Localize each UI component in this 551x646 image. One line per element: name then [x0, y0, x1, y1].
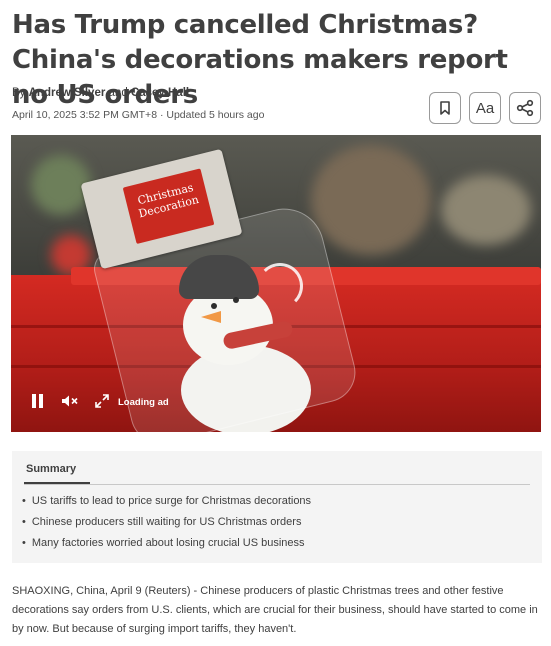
summary-list: US tariffs to lead to price surge for Ch… [22, 491, 311, 554]
byline-prefix: By [12, 87, 26, 99]
share-icon [516, 99, 534, 117]
summary-title: Summary [26, 463, 77, 475]
pause-icon [32, 394, 36, 408]
pause-button[interactable] [31, 394, 45, 408]
share-button[interactable] [509, 92, 541, 124]
bookmark-button[interactable] [429, 92, 461, 124]
pause-icon [39, 394, 43, 408]
summary-item: Many factories worried about losing cruc… [22, 533, 311, 554]
summary-box: Summary US tariffs to lead to price surg… [12, 451, 542, 563]
decoration-tag-label: Christmas Decoration [122, 168, 215, 245]
mute-icon [62, 395, 78, 407]
byline-joiner: and [108, 87, 128, 99]
dateline: April 10, 2025 3:52 PM GMT+8 · Updated 5… [12, 109, 265, 121]
mute-button[interactable] [61, 394, 79, 413]
fullscreen-button[interactable] [95, 394, 109, 413]
background-blur [311, 145, 431, 255]
fullscreen-icon [95, 394, 109, 408]
summary-item: Chinese producers still waiting for US C… [22, 512, 311, 533]
loading-spinner [257, 263, 303, 309]
bookmark-icon [440, 101, 450, 115]
byline: By Andrew Silver and Casey Hall [12, 87, 189, 99]
summary-divider [24, 484, 530, 485]
background-blur [441, 175, 531, 245]
loading-ad-label: Loading ad [118, 397, 169, 408]
author-link[interactable]: Andrew Silver [29, 87, 106, 99]
author-link[interactable]: Casey Hall [131, 87, 189, 99]
article-lead-paragraph: SHAOXING, China, April 9 (Reuters) - Chi… [12, 585, 538, 635]
video-player[interactable]: Christmas Decoration Loading ad [11, 135, 541, 432]
text-size-button[interactable]: Aa [469, 92, 501, 124]
summary-item: US tariffs to lead to price surge for Ch… [22, 491, 311, 512]
text-size-label: Aa [475, 99, 495, 117]
